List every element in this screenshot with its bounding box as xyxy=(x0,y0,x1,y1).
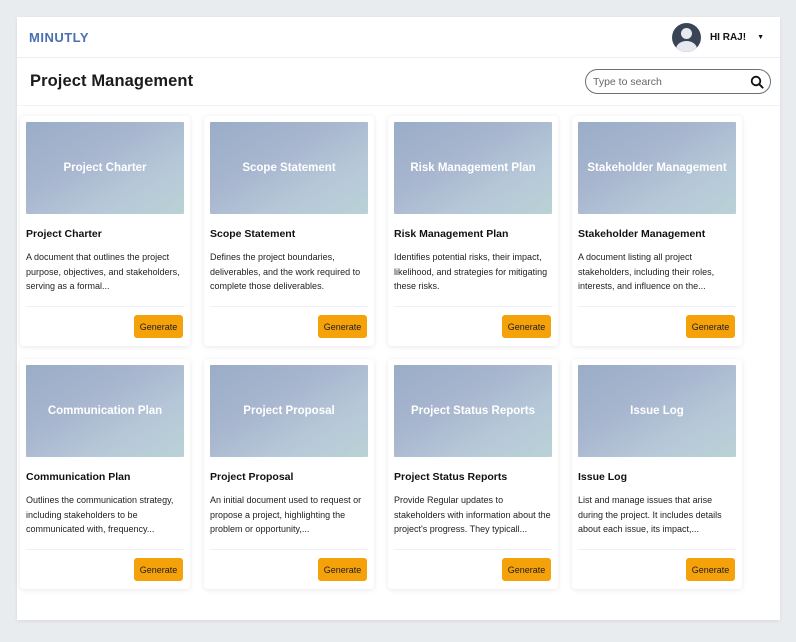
thumbnail-label: Project Status Reports xyxy=(411,405,535,417)
page-header: Project Management xyxy=(17,58,780,106)
card-thumbnail[interactable]: Scope Statement xyxy=(210,122,368,214)
thumbnail-label: Communication Plan xyxy=(47,405,163,417)
card-thumbnail[interactable]: Project Proposal xyxy=(210,365,368,457)
template-card-project-status-reports[interactable]: Project Status Reports Project Status Re… xyxy=(388,359,558,589)
card-divider xyxy=(210,306,368,307)
user-greeting[interactable]: HI RAJ! xyxy=(710,32,746,43)
caret-down-icon[interactable]: ▼ xyxy=(757,34,764,41)
card-divider xyxy=(26,306,184,307)
card-divider xyxy=(578,549,736,550)
card-thumbnail[interactable]: Project Status Reports xyxy=(394,365,552,457)
card-divider xyxy=(394,306,552,307)
card-description: Provide Regular updates to stakeholders … xyxy=(394,495,551,534)
template-card-project-charter[interactable]: Project Charter Project Charter A docume… xyxy=(20,116,190,346)
page-title: Project Management xyxy=(30,72,194,90)
card-divider xyxy=(394,549,552,550)
generate-button[interactable]: Generate xyxy=(318,315,367,338)
generate-button[interactable]: Generate xyxy=(502,558,551,581)
card-title: Project Charter xyxy=(26,228,102,240)
app-logo[interactable]: MINUTLY xyxy=(29,30,89,45)
avatar[interactable] xyxy=(671,22,701,52)
card-divider xyxy=(210,549,368,550)
card-description: List and manage issues that arise during… xyxy=(578,495,722,534)
card-title: Project Status Reports xyxy=(394,471,508,483)
card-thumbnail[interactable]: Issue Log xyxy=(578,365,736,457)
card-description: An initial document used to request or p… xyxy=(210,495,362,534)
thumbnail-label: Risk Management Plan xyxy=(410,162,536,174)
card-divider xyxy=(578,306,736,307)
card-thumbnail[interactable]: Project Charter xyxy=(26,122,184,214)
card-description: A document listing all project stakehold… xyxy=(578,252,715,291)
user-menu[interactable]: HI RAJ! ▼ xyxy=(671,22,764,52)
card-thumbnail[interactable]: Communication Plan xyxy=(26,365,184,457)
generate-button[interactable]: Generate xyxy=(686,558,735,581)
avatar-body-shape xyxy=(675,40,697,52)
avatar-head-shape xyxy=(680,27,692,39)
generate-button[interactable]: Generate xyxy=(318,558,367,581)
template-grid: Project Charter Project Charter A docume… xyxy=(20,116,742,589)
template-card-issue-log[interactable]: Issue Log Issue Log List and manage issu… xyxy=(572,359,742,589)
template-card-communication-plan[interactable]: Communication Plan Communication Plan Ou… xyxy=(20,359,190,589)
card-divider xyxy=(26,549,184,550)
template-card-risk-management-plan[interactable]: Risk Management Plan Risk Management Pla… xyxy=(388,116,558,346)
thumbnail-label: Project Charter xyxy=(63,162,147,174)
card-title: Risk Management Plan xyxy=(394,228,509,240)
card-description: Identifies potential risks, their impact… xyxy=(394,252,548,291)
card-title: Project Proposal xyxy=(210,471,294,483)
template-card-project-proposal[interactable]: Project Proposal Project Proposal An ini… xyxy=(204,359,374,589)
card-description: Defines the project boundaries, delivera… xyxy=(210,252,361,291)
search-box[interactable] xyxy=(585,69,771,94)
generate-button[interactable]: Generate xyxy=(134,558,183,581)
card-description: A document that outlines the project pur… xyxy=(26,252,180,291)
thumbnail-label: Stakeholder Management xyxy=(587,162,727,174)
template-card-stakeholder-management[interactable]: Stakeholder Management Stakeholder Manag… xyxy=(572,116,742,346)
thumbnail-label: Issue Log xyxy=(630,405,684,417)
search-icon[interactable] xyxy=(750,75,764,89)
card-title: Scope Statement xyxy=(210,228,296,240)
thumbnail-label: Project Proposal xyxy=(243,405,335,417)
search-input[interactable] xyxy=(593,75,750,88)
template-card-scope-statement[interactable]: Scope Statement Scope Statement Defines … xyxy=(204,116,374,346)
card-description: Outlines the communication strategy, inc… xyxy=(26,495,174,534)
card-thumbnail[interactable]: Risk Management Plan xyxy=(394,122,552,214)
generate-button[interactable]: Generate xyxy=(134,315,183,338)
card-title: Stakeholder Management xyxy=(578,228,706,240)
card-thumbnail[interactable]: Stakeholder Management xyxy=(578,122,736,214)
top-navbar: MINUTLY HI RAJ! ▼ xyxy=(17,17,780,58)
generate-button[interactable]: Generate xyxy=(686,315,735,338)
card-title: Communication Plan xyxy=(26,471,131,483)
card-title: Issue Log xyxy=(578,471,628,483)
thumbnail-label: Scope Statement xyxy=(242,162,336,174)
generate-button[interactable]: Generate xyxy=(502,315,551,338)
